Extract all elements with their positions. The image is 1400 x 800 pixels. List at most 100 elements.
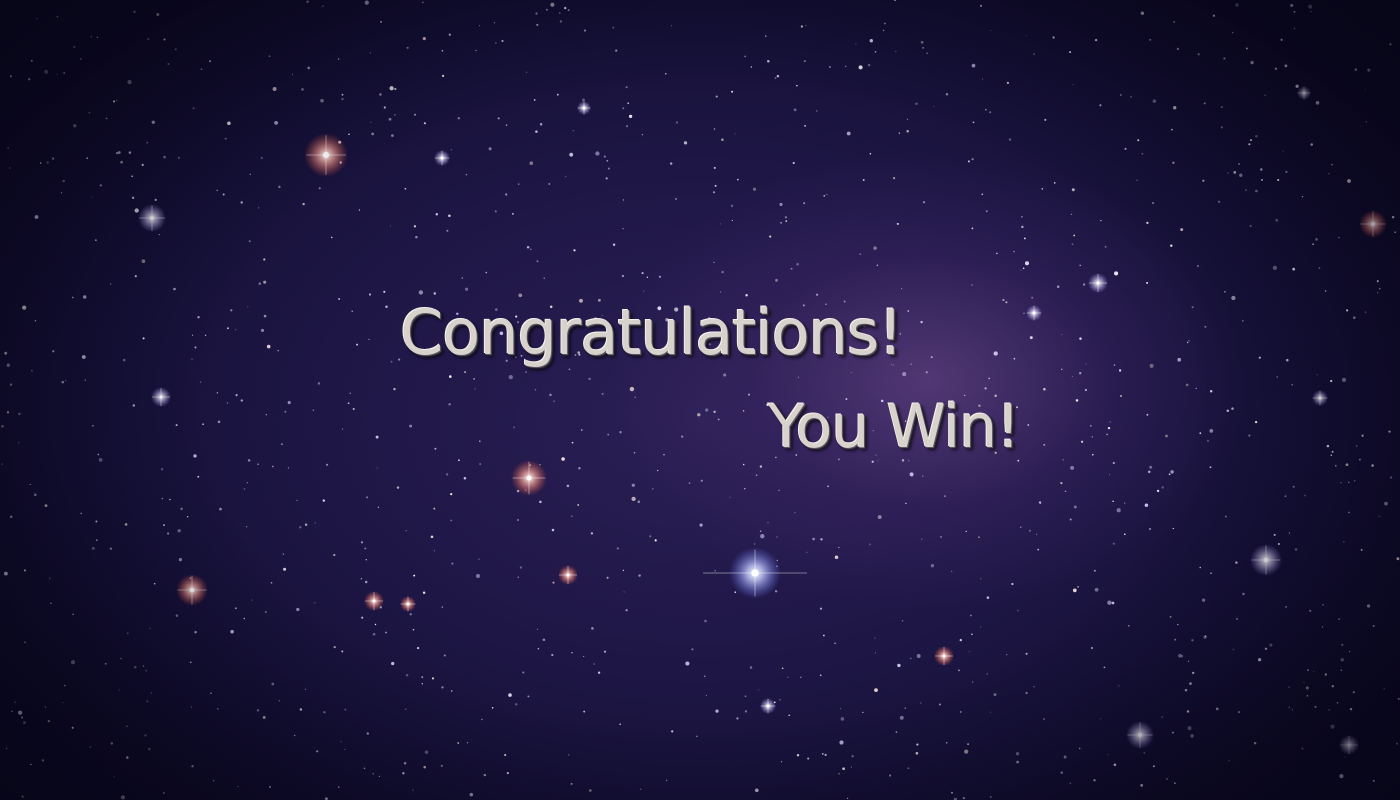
star (703, 675, 706, 678)
star (175, 614, 179, 617)
star (1396, 742, 1398, 745)
star (422, 591, 426, 595)
star (543, 277, 545, 279)
star (508, 693, 512, 697)
star (719, 223, 721, 225)
star (958, 669, 960, 672)
star (1060, 481, 1063, 485)
star (990, 711, 992, 713)
star (945, 741, 948, 744)
star (1255, 134, 1258, 138)
star (34, 319, 37, 322)
star (1005, 301, 1008, 304)
star (260, 328, 265, 332)
star (1146, 281, 1149, 284)
star (243, 617, 246, 620)
star (1383, 688, 1385, 690)
star (558, 11, 561, 14)
bright-star (434, 150, 450, 166)
star (91, 196, 93, 198)
star (1354, 68, 1358, 71)
star (962, 797, 965, 800)
star (1204, 325, 1207, 328)
star (590, 532, 594, 535)
star (368, 293, 372, 296)
star (1113, 763, 1117, 767)
star (126, 725, 128, 727)
star (527, 695, 530, 698)
star (743, 488, 746, 490)
star (404, 708, 407, 710)
star (1029, 336, 1033, 340)
star (1238, 163, 1240, 165)
star (1348, 511, 1350, 514)
star (796, 262, 799, 266)
star (776, 74, 780, 78)
star (158, 233, 160, 236)
star (758, 689, 760, 691)
star (842, 767, 845, 771)
star (134, 665, 137, 669)
star (449, 375, 452, 378)
star (713, 261, 715, 264)
star (862, 711, 864, 714)
star (537, 647, 540, 650)
star (1353, 316, 1356, 319)
star (1360, 548, 1363, 551)
star (721, 270, 724, 274)
star (18, 710, 23, 715)
star (1344, 756, 1346, 758)
star (1123, 533, 1126, 536)
star (1248, 143, 1251, 146)
star (391, 134, 394, 137)
star (730, 204, 734, 208)
star (505, 193, 508, 196)
star (858, 65, 863, 70)
star (142, 337, 145, 340)
star (907, 310, 910, 312)
star (1209, 389, 1213, 393)
star (787, 676, 789, 678)
star (1364, 89, 1366, 91)
star (62, 179, 65, 183)
star (559, 20, 563, 23)
star (73, 124, 77, 128)
star (91, 546, 95, 550)
star (1006, 654, 1008, 656)
star (1070, 465, 1075, 470)
star (122, 358, 126, 362)
star (1294, 548, 1298, 551)
star (1280, 38, 1283, 41)
star (134, 275, 137, 278)
star (379, 93, 382, 96)
star (517, 519, 519, 521)
star (785, 220, 788, 223)
star (341, 650, 344, 653)
star (744, 55, 746, 58)
bright-star (558, 565, 578, 585)
star (383, 290, 386, 293)
star (283, 567, 287, 571)
star (1192, 671, 1195, 675)
star (202, 423, 204, 426)
star (654, 539, 657, 542)
star (431, 677, 435, 680)
star (930, 564, 935, 568)
star (4, 351, 8, 355)
star (423, 765, 426, 769)
star (1112, 500, 1114, 503)
bright-star (1297, 86, 1311, 100)
star (622, 227, 624, 230)
star (774, 77, 777, 79)
star (235, 329, 237, 331)
star (307, 66, 310, 70)
star (70, 660, 76, 665)
star (1195, 387, 1197, 389)
star (1340, 481, 1342, 484)
star (258, 207, 260, 209)
star (844, 65, 847, 68)
star (681, 435, 684, 438)
star (210, 692, 212, 694)
star (643, 290, 645, 292)
star (910, 363, 912, 365)
